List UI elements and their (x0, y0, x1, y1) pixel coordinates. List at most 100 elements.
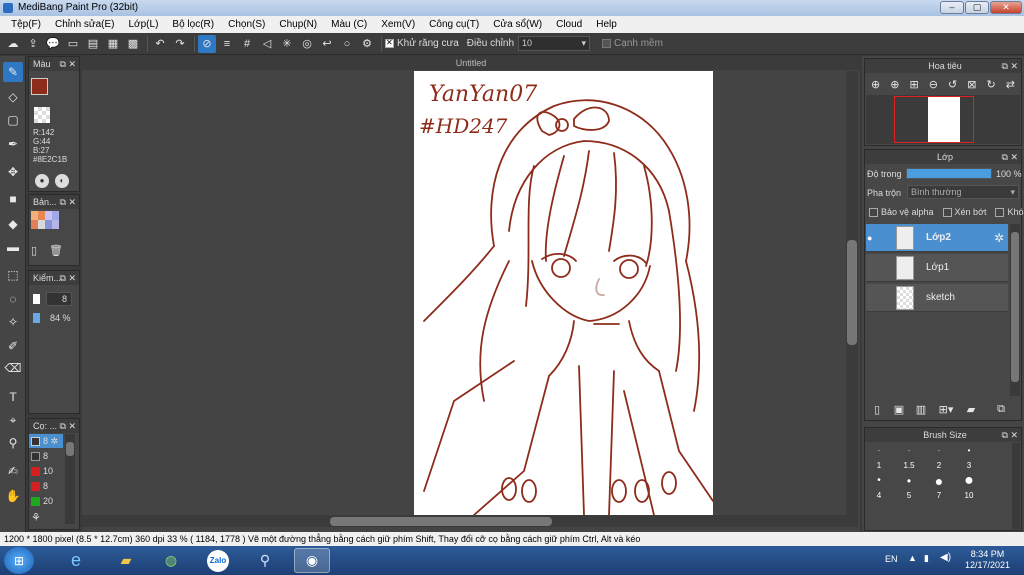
new-layer-icon[interactable]: ▯ (868, 400, 886, 418)
snap-off-icon[interactable]: ⊘ (198, 34, 216, 53)
main-color-swatch[interactable] (31, 78, 48, 95)
zoom-in-icon[interactable]: ⊕ (887, 75, 902, 93)
folder-icon[interactable]: ▰ (962, 400, 980, 418)
menu-cloud[interactable]: Cloud (549, 19, 589, 30)
close-icon[interactable]: ⧉ ✕ (60, 271, 76, 285)
document-tab[interactable]: Untitled (82, 56, 860, 70)
file-explorer-icon[interactable]: ▰ (108, 548, 144, 573)
brush-size-dot[interactable]: • (954, 443, 984, 458)
brush-size-dot[interactable]: ● (954, 472, 984, 489)
brush-size-dot[interactable]: · (864, 443, 894, 458)
lasso-tool-icon[interactable]: ◌ (3, 289, 23, 309)
clip-checkbox[interactable] (942, 207, 952, 217)
brush-size-dot[interactable]: · (924, 443, 954, 458)
brush-size-scrollbar[interactable] (1012, 443, 1020, 529)
new-color-layer-icon[interactable]: ▣ (890, 400, 908, 418)
zoom-in-icon[interactable]: ⊕ (868, 75, 883, 93)
close-button[interactable]: ✕ (990, 1, 1022, 14)
reset-icon[interactable]: ⊠ (964, 75, 979, 93)
undo-icon[interactable]: ↶ (151, 35, 169, 53)
rect-fill-tool-icon[interactable]: ■ (3, 189, 23, 209)
eraser-tool-icon[interactable]: ◇ (3, 87, 23, 107)
gear-icon[interactable]: ✲ (994, 231, 1004, 245)
medibang-taskbar-icon[interactable]: ◉ (294, 548, 330, 573)
layer-opacity-slider[interactable] (906, 168, 992, 179)
eyedropper-tool-icon[interactable]: ⚲ (3, 433, 23, 453)
close-icon[interactable]: ⧉ ✕ (60, 419, 76, 433)
brush-size-dot[interactable]: • (894, 473, 924, 488)
grid-snap-icon[interactable]: # (238, 35, 256, 53)
menu-edit[interactable]: Chỉnh sửa(E) (48, 19, 122, 30)
close-icon[interactable]: ⧉ ✕ (1002, 428, 1018, 442)
magic-wand-tool-icon[interactable]: ✧ (3, 312, 23, 332)
menu-file[interactable]: Tệp(F) (4, 19, 48, 30)
palette-swatch[interactable] (45, 220, 52, 229)
close-icon[interactable]: ⧉ ✕ (1002, 59, 1018, 73)
redo-icon[interactable]: ↷ (171, 35, 189, 53)
pen-tool-icon[interactable]: ✒ (3, 134, 23, 154)
palette-swatch[interactable] (52, 220, 59, 229)
internet-explorer-icon[interactable]: e (58, 548, 94, 573)
layer-item[interactable]: Lớp1 (866, 254, 1008, 282)
perspective-snap-icon[interactable]: ◁ (258, 35, 276, 53)
network-icon[interactable]: ▮ (924, 553, 929, 564)
palette-swatch[interactable] (38, 220, 45, 229)
select-pen-tool-icon[interactable]: ✐ (3, 336, 23, 356)
add-layer-dropdown-icon[interactable]: ⊞▾ (934, 400, 958, 418)
cloud-icon[interactable]: ☁ (4, 35, 22, 53)
vertical-scroll-thumb[interactable] (847, 240, 857, 345)
volume-icon[interactable]: ◀) (940, 552, 951, 563)
flip-icon[interactable]: ⇄ (1003, 75, 1018, 93)
new-halftone-layer-icon[interactable]: ▥ (912, 400, 930, 418)
rotate-left-icon[interactable]: ↺ (945, 75, 960, 93)
dot-tool-icon[interactable]: ▢ (3, 110, 23, 130)
protect-alpha-checkbox[interactable] (869, 207, 878, 217)
brush-size-dot[interactable]: • (864, 473, 894, 488)
text-tool-icon[interactable]: T (3, 387, 23, 407)
tool-app-icon[interactable]: ⚲ (247, 548, 283, 573)
clock[interactable]: 8:34 PM 12/17/2021 (965, 549, 1010, 571)
close-icon[interactable]: ⧉ ✕ (60, 57, 76, 71)
rotate-right-icon[interactable]: ↻ (984, 75, 999, 93)
select-eraser-tool-icon[interactable]: ⌫ (3, 358, 23, 378)
drawing-paper[interactable]: YanYan07 #HD247 (414, 71, 714, 516)
ellipse-snap-icon[interactable]: ○ (338, 35, 356, 53)
menu-color[interactable]: Màu (C) (324, 19, 374, 30)
select-tool-icon[interactable]: ⬚ (3, 265, 23, 285)
menu-view[interactable]: Xem(V) (374, 19, 422, 30)
brush-2-tool-icon[interactable]: ✍ (3, 461, 23, 481)
palette-swatch[interactable] (45, 211, 52, 220)
palette-swatch[interactable] (38, 211, 45, 220)
layer-item[interactable]: sketch (866, 284, 1008, 312)
page-icon[interactable]: ▤ (84, 35, 102, 53)
navigator-viewport[interactable] (894, 96, 974, 143)
antialias-checkbox[interactable] (385, 38, 394, 48)
brush-size-dot[interactable]: ● (924, 473, 954, 489)
close-icon[interactable]: ⧉ ✕ (60, 195, 76, 209)
settings-icon[interactable]: ⚙ (358, 35, 376, 53)
pages-icon[interactable]: ▦ (104, 35, 122, 53)
circle-snap-icon[interactable]: ◎ (298, 35, 316, 53)
gradient-tool-icon[interactable]: ▬ (3, 237, 23, 257)
new-palette-icon[interactable]: ▯ (31, 244, 45, 258)
fit-icon[interactable]: ⊞ (907, 75, 922, 93)
bucket-tool-icon[interactable]: ◆ (3, 214, 23, 234)
parallel-snap-icon[interactable]: ≡ (218, 35, 236, 53)
tray-arrow-icon[interactable]: ▲ (908, 553, 917, 563)
layer-scroll-thumb[interactable] (1011, 232, 1019, 382)
hand-tool-icon[interactable]: ✋ (3, 486, 23, 506)
message-icon[interactable]: ▭ (64, 35, 82, 53)
zoom-out-icon[interactable]: ⊖ (926, 75, 941, 93)
brush-tool-icon[interactable]: ✎ (3, 62, 23, 82)
trash-icon[interactable]: 🗑 (49, 244, 63, 258)
zalo-icon[interactable]: Zalo (200, 548, 236, 573)
radial-snap-icon[interactable]: ✳ (278, 35, 296, 53)
horizontal-scroll-thumb[interactable] (330, 517, 552, 526)
eye-icon[interactable]: ● (867, 233, 877, 243)
menu-snap[interactable]: Chụp(N) (272, 19, 324, 30)
palette-swatch[interactable] (31, 211, 38, 220)
brush-size-dot[interactable]: · (894, 443, 924, 458)
share-icon[interactable]: ⇪ (24, 35, 42, 53)
menu-layer[interactable]: Lớp(L) (122, 19, 166, 30)
brush-size-field[interactable]: 8 (46, 292, 72, 306)
